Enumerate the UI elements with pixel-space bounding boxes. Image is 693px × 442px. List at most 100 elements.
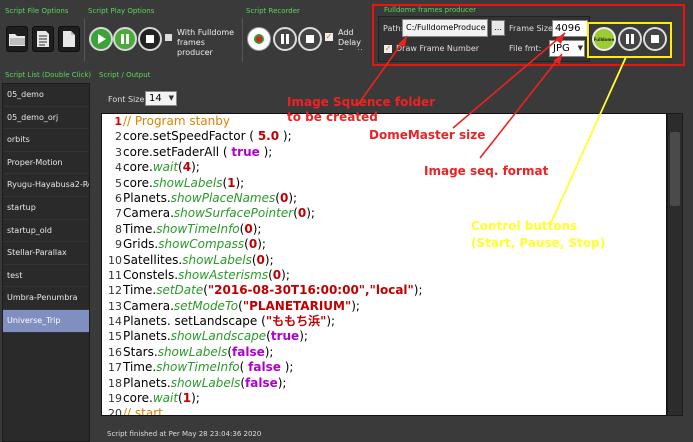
file-options-label: Script File Options [5,7,69,15]
code-token: true [270,329,300,344]
code-token: ); [306,206,315,221]
line-number: 5 [115,176,122,190]
recorder-label: Script Recorder [246,7,300,15]
code-token: ); [277,375,287,390]
new-script-button[interactable] [58,26,80,52]
script-editor[interactable]: 1// Program stanby 2core.setSpeedFactor (… [101,113,667,416]
code-token: showCompass [158,237,245,252]
code-line: 16Stars.showLabels(false); [102,345,666,360]
stop-icon [146,35,154,43]
code-token: Planets. [123,375,171,390]
list-item[interactable]: orbits [3,129,89,152]
code-token: showTimeInfo [156,221,240,236]
code-token: ); [264,252,274,267]
code-token: ); [351,298,360,313]
code-token: ); [235,175,245,190]
recorder-pause-button[interactable] [273,27,297,51]
list-item[interactable]: startup [3,197,89,220]
pause-icon [121,34,129,44]
yellow-highlight-box [587,22,672,58]
code-token: setModeTo [173,298,239,313]
recorder-stop-button[interactable] [298,27,322,51]
list-item[interactable]: Proper-Motion [3,152,89,175]
code-line: 11Constels.showAsterisms(0); [102,268,666,283]
list-item[interactable]: Universe_Trip [3,309,89,333]
code-token: Planets. [123,190,171,205]
code-token: ); [299,329,308,344]
domemaster-annotation: DomeMaster size [369,128,486,142]
code-token: Camera. [123,298,174,313]
add-delay-label: Add Delay Duration [338,28,373,50]
list-item[interactable]: Stellar-Parallax [3,242,89,265]
line-number: 7 [115,207,122,221]
code-token: Time. [123,360,157,375]
pause-button[interactable] [113,27,137,51]
line-number: 17 [108,361,122,375]
editor-scrollbar[interactable] [667,113,683,416]
line-number: 10 [108,253,122,267]
code-line: 15Planets.showLandscape(true); [102,329,666,344]
line-number: 6 [115,191,122,205]
list-item[interactable]: startup_old [3,220,89,243]
line-number: 4 [115,161,122,175]
list-item[interactable]: Ryugu-Hayabusa2-Re [3,174,89,197]
line-number: 18 [108,376,122,390]
code-token: showLabels [152,175,223,190]
open-script-button[interactable] [32,26,54,52]
list-item[interactable]: 05_demo [3,84,89,107]
list-item[interactable]: test [3,265,89,288]
code-token: ); [413,283,423,298]
code-line: 10Satellites.showLabels(0); [102,253,666,268]
folder-icon [9,34,25,46]
code-line: 20// start [102,406,666,416]
code-line: 13Camera.setModeTo("PLANETARIUM"); [102,299,666,314]
code-line: 7Camera.showSurfacePointer(0); [102,206,666,221]
code-token: wait [152,391,179,406]
code-token: "ももち浜" [265,314,327,329]
fulldome-checkbox[interactable] [165,34,172,41]
font-size-label: Font Size: [108,95,148,104]
code-token: 0 [248,237,258,252]
line-number: 19 [108,392,122,406]
code-token: 0 [244,221,253,236]
line-number: 20 [108,407,122,416]
stop-button[interactable] [138,27,162,51]
code-token: Satellites. [123,252,183,267]
code-token: showLabels [170,375,241,390]
code-token: showLandscape [170,329,267,344]
font-size-value: 14 [149,93,162,104]
code-token: true [231,144,260,159]
code-token: ( [239,360,249,375]
code-token: Constels. [123,267,179,282]
code-token: 1 [227,175,236,190]
code-token: // start [123,406,163,416]
code-token: false [245,375,278,390]
code-token: 0 [256,252,265,267]
add-delay-checkbox[interactable]: ✓ [325,33,333,41]
list-item[interactable]: 05_demo_orj [3,107,89,130]
code-token: false [232,344,265,359]
code-token: 0 [297,206,307,221]
code-token: "2016-08-30T16:00:00","local" [207,283,414,298]
code-token: ); [191,160,200,175]
code-line: 12Time.setDate("2016-08-30T16:00:00","lo… [102,283,666,298]
code-token: Time. [123,283,157,298]
code-token: ); [264,344,274,359]
play-button[interactable] [89,27,113,51]
status-text: Script finished at Per May 28 23:04:36 2… [107,430,262,438]
code-token: ); [259,144,273,159]
line-number: 14 [108,315,122,329]
font-size-select[interactable]: 14 ▼ [145,91,177,106]
list-item[interactable]: Umbra-Penumbra [3,287,89,310]
code-line: 18Planets.showLabels(false); [102,376,666,391]
code-token: wait [152,160,179,175]
line-number: 1 [114,115,122,128]
with-fulldome-label: With Fulldome frames producer [177,28,235,57]
open-folder-button[interactable] [6,26,28,52]
image-folder-annotation: Image Squence folder to be created [287,95,436,124]
code-token: ); [252,221,262,236]
scroll-thumb[interactable] [670,132,680,206]
line-number: 16 [108,345,122,359]
record-button[interactable] [247,27,271,51]
code-token: ); [279,129,292,144]
